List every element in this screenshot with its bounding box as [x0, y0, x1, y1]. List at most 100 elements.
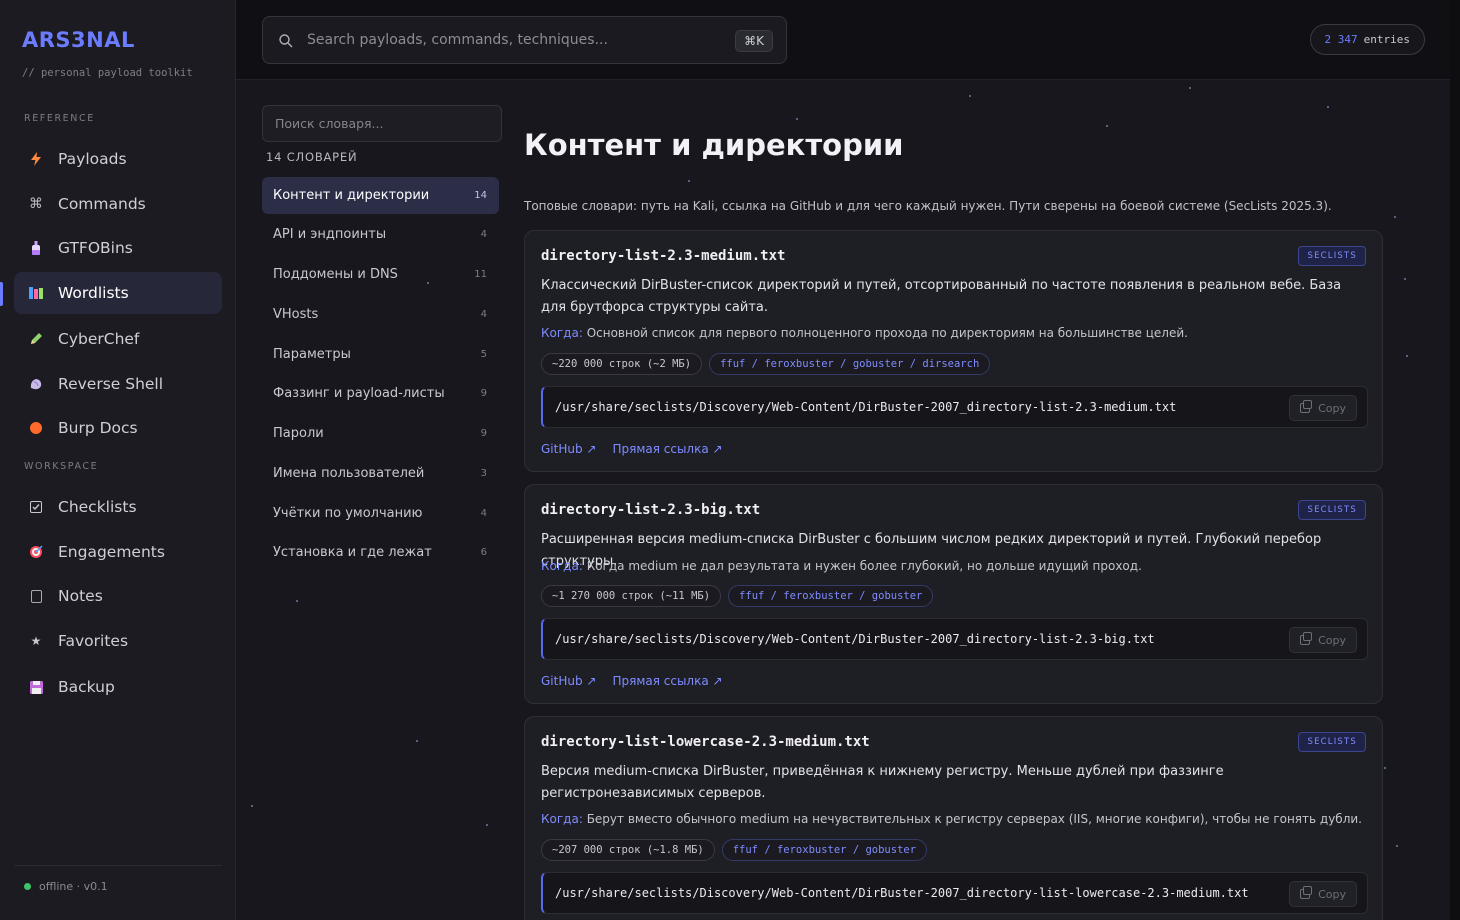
dictionary-item-count: 5 [480, 349, 487, 360]
page-description: Топовые словари: путь на Kali, ссылка на… [524, 199, 1332, 213]
wordlist-description: Версия medium-списка DirBuster, приведён… [541, 764, 1224, 801]
topbar: ⌘K 2 347 entries [236, 0, 1450, 80]
sidebar-item-notes[interactable]: Notes [14, 575, 222, 617]
global-search-input[interactable] [307, 32, 727, 48]
wordlist-when: Когда: Когда medium не дал результата и … [541, 559, 1142, 573]
wordlist-title: directory-list-2.3-big.txt [541, 502, 761, 518]
sidebar-item-wordlists[interactable]: Wordlists [14, 272, 222, 314]
when-text: Когда medium не дал результата и нужен б… [586, 559, 1142, 573]
star-decoration [796, 118, 798, 120]
copy-icon [1300, 400, 1313, 413]
page-title: Контент и директории [524, 128, 904, 162]
wordlist-chips: ~220 000 строк (~2 МБ) ffuf / feroxbuste… [541, 353, 991, 375]
tools-chip: ffuf / feroxbuster / gobuster [721, 839, 928, 861]
dictionary-item-default-creds[interactable]: Учётки по умолчанию 4 [262, 495, 499, 532]
copy-icon [1300, 886, 1313, 899]
dictionary-item-api[interactable]: API и эндпоинты 4 [262, 216, 499, 253]
star-decoration [296, 600, 298, 602]
tools-chip: ffuf / feroxbuster / gobuster [728, 585, 934, 607]
star-decoration [969, 95, 971, 97]
star-decoration [486, 824, 488, 826]
size-chip: ~207 000 строк (~1.8 МБ) [541, 839, 715, 861]
dictionary-item-parameters[interactable]: Параметры 5 [262, 336, 499, 373]
star-decoration [1404, 278, 1406, 280]
dictionary-item-label: Учётки по умолчанию [273, 506, 423, 521]
star-decoration [1396, 845, 1398, 847]
copy-label: Copy [1318, 633, 1346, 647]
dictionary-item-fuzzing[interactable]: Фаззинг и payload-листы 9 [262, 375, 499, 412]
dictionary-item-count: 4 [480, 508, 487, 519]
sidebar-item-checklists[interactable]: Checklists [14, 486, 222, 528]
star-decoration [1327, 106, 1329, 108]
sidebar-item-label: Favorites [58, 632, 129, 650]
dictionary-item-count: 9 [480, 428, 487, 439]
dictionary-item-content[interactable]: Контент и директории 14 [262, 177, 499, 214]
wordlist-description: Классический DirBuster-список директорий… [541, 278, 1342, 315]
sidebar-item-label: Commands [58, 195, 146, 213]
star-decoration [1384, 767, 1386, 769]
global-search[interactable]: ⌘K [262, 16, 787, 64]
copy-button[interactable]: Copy [1289, 395, 1357, 421]
when-label: Когда: [541, 559, 583, 573]
sidebar-item-backup[interactable]: Backup [14, 666, 222, 708]
sidebar-item-cyberchef[interactable]: CyberChef [14, 318, 222, 360]
dictionary-item-subdomains[interactable]: Поддомены и DNS 11 [262, 256, 499, 293]
dictionary-item-label: Установка и где лежат [273, 545, 432, 560]
brand-logo[interactable]: ARS3NAL [22, 28, 135, 52]
dictionary-item-usernames[interactable]: Имена пользователей 3 [262, 455, 499, 492]
wordlist-card: directory-list-lowercase-2.3-medium.txt … [524, 716, 1383, 920]
path-box[interactable]: /usr/share/seclists/Discovery/Web-Conten… [541, 386, 1368, 428]
search-icon [279, 33, 293, 48]
sidebar-item-label: GTFOBins [58, 239, 133, 257]
wordlist-when: Когда: Берут вместо обычного medium на н… [541, 812, 1362, 826]
active-indicator [0, 282, 3, 306]
target-icon [28, 544, 44, 560]
copy-button[interactable]: Copy [1289, 627, 1357, 653]
sidebar-item-label: Wordlists [58, 284, 129, 302]
wordlist-when: Когда: Основной список для первого полно… [541, 326, 1188, 340]
direct-link[interactable]: Прямая ссылка ↗ [612, 674, 722, 688]
star-decoration [688, 180, 690, 182]
direct-link[interactable]: Прямая ссылка ↗ [612, 442, 722, 456]
source-badge: SECLISTS [1298, 246, 1366, 266]
sidebar-item-favorites[interactable]: ★ Favorites [14, 620, 222, 662]
floppy-icon [28, 679, 44, 695]
dictionary-item-label: VHosts [273, 307, 319, 322]
command-icon: ⌘ [29, 196, 43, 212]
dictionary-item-count: 6 [480, 547, 487, 558]
dictionary-item-install[interactable]: Установка и где лежат 6 [262, 534, 499, 571]
size-chip: ~220 000 строк (~2 МБ) [541, 353, 703, 375]
dictionary-item-count: 14 [474, 190, 487, 201]
path-box[interactable]: /usr/share/seclists/Discovery/Web-Conten… [541, 618, 1368, 660]
sidebar-item-burp-docs[interactable]: Burp Docs [14, 407, 222, 449]
star-decoration [1189, 87, 1191, 89]
sidebar-item-payloads[interactable]: Payloads [14, 138, 222, 180]
burp-icon [28, 420, 44, 436]
sidebar-item-engagements[interactable]: Engagements [14, 531, 222, 573]
sidebar-item-gtfobins[interactable]: GTFOBins [14, 227, 222, 269]
section-label-reference: REFERENCE [24, 113, 95, 124]
copy-label: Copy [1318, 887, 1346, 901]
sidebar-item-reverse-shell[interactable]: Reverse Shell [14, 363, 222, 405]
bolt-icon [28, 151, 44, 167]
when-label: Когда: [541, 812, 583, 826]
github-link[interactable]: GitHub ↗ [541, 674, 596, 688]
note-icon [28, 588, 44, 604]
sidebar-item-label: Burp Docs [58, 419, 138, 437]
dictionary-item-count: 4 [480, 229, 487, 240]
wordlist-links: GitHub ↗ Прямая ссылка ↗ [541, 674, 723, 688]
sidebar-divider [14, 865, 222, 866]
dictionary-item-vhosts[interactable]: VHosts 4 [262, 296, 499, 333]
path-box[interactable]: /usr/share/seclists/Discovery/Web-Conten… [541, 872, 1368, 914]
dictionary-item-passwords[interactable]: Пароли 9 [262, 415, 499, 452]
github-link[interactable]: GitHub ↗ [541, 442, 596, 456]
window-scrollbar[interactable] [1450, 0, 1460, 920]
bottle-icon [28, 240, 44, 256]
copy-button[interactable]: Copy [1289, 881, 1357, 907]
dictionary-item-label: API и эндпоинты [273, 227, 387, 242]
sidebar-item-label: CyberChef [58, 330, 140, 348]
dictionary-item-label: Фаззинг и payload-листы [273, 386, 445, 401]
sidebar-item-commands[interactable]: ⌘ Commands [14, 183, 222, 225]
dictionary-search-input[interactable] [263, 106, 501, 141]
dictionary-search[interactable] [262, 105, 502, 142]
